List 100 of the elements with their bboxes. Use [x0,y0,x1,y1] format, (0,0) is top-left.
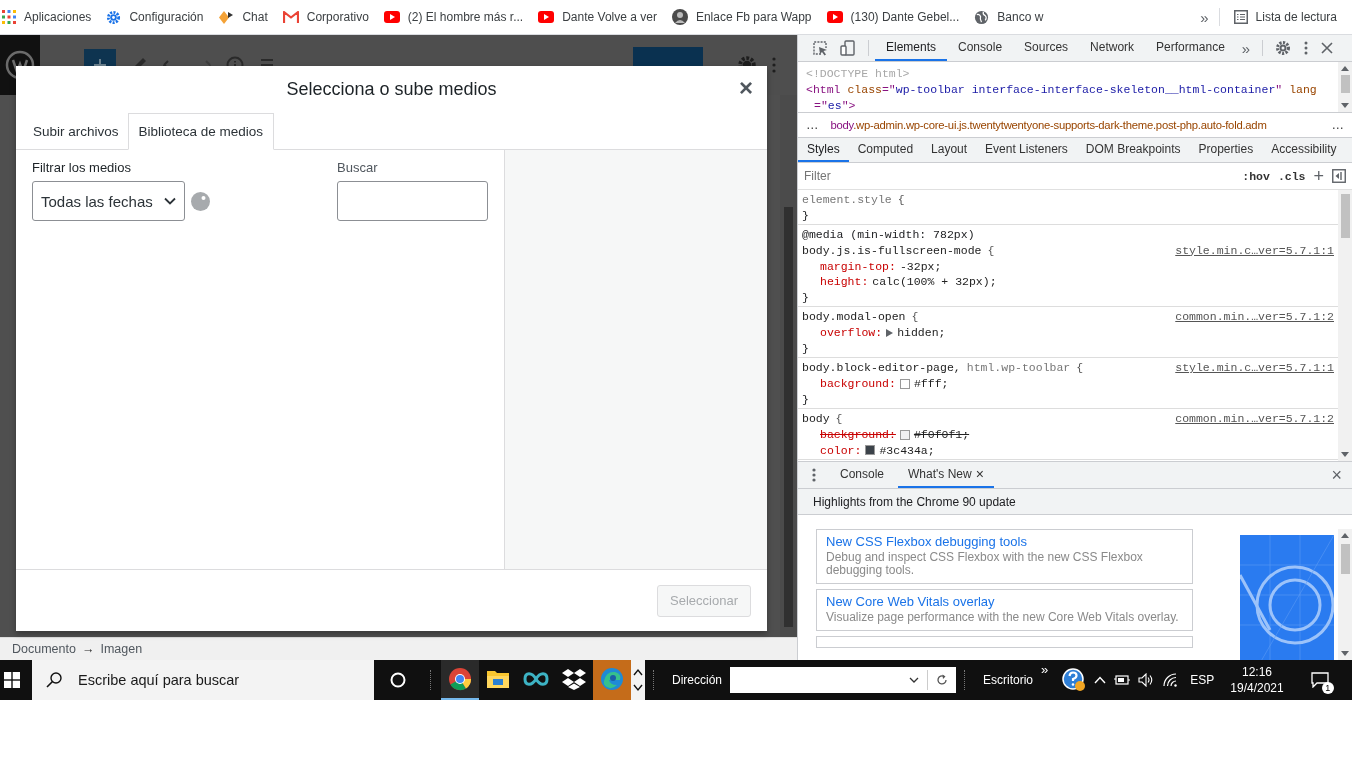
property-value[interactable]: #3c434a; [879,442,935,458]
scroll-thumb[interactable] [1340,544,1350,574]
pane-tab[interactable]: Computed [848,138,923,162]
search-label: Buscar [337,160,379,175]
list-icon [1233,10,1248,24]
scroll-right-button[interactable]: … [1327,118,1348,132]
address-field[interactable] [730,667,956,693]
feature-link[interactable]: New Core Web Vitals overlay [826,594,1183,609]
devtools-tab[interactable]: Sources [1013,35,1080,61]
start-icon[interactable] [4,672,20,688]
notifications-button[interactable]: 1 [1307,668,1332,692]
pane-tab[interactable]: DOM Breakpoints [1076,138,1190,162]
expand-triangle-icon[interactable] [886,328,894,337]
bookmark-link[interactable]: Aplicaciones [2,10,101,24]
new-rule-button[interactable]: + [1313,165,1324,187]
scroll-up-icon[interactable] [1341,66,1349,71]
scrollbar[interactable] [1338,62,1352,112]
scroll-left-button[interactable]: … [802,118,823,132]
property-name[interactable]: color: [820,442,862,458]
feature-card[interactable]: New CSS Flexbox debugging tools Debug and inspect CSS Flexbox with the new CSS Flexbox debugging tools. [816,529,1193,584]
class-toggle-button[interactable]: .cls [1277,169,1306,183]
more-tabs-button[interactable]: » [1235,35,1257,61]
property-name[interactable]: height: [820,274,869,290]
color-swatch[interactable] [899,429,910,440]
property-name[interactable]: background: [820,427,896,443]
property-value[interactable]: #fff; [913,376,949,392]
property-value[interactable]: -32px; [899,258,942,274]
taskbar-search-field[interactable]: Escribe aquí para buscar [32,660,374,700]
bookmark-link[interactable]: Chat [218,9,277,25]
chevron-up-icon[interactable] [1094,676,1107,684]
devtools-tab[interactable]: Performance [1145,35,1236,61]
scrollbar[interactable] [1338,190,1352,461]
bookmark-link[interactable]: (130) Dante Gebel... [826,10,969,24]
element-breadcrumb[interactable]: body.wp-admin.wp-core-ui.js.twentytwentyone-supports-dark-theme.post-php.auto-fold.adm [830,119,1320,131]
clock[interactable]: 12:16 19/4/2021 [1230,664,1284,696]
kebab-menu-icon[interactable] [812,468,816,482]
more-bookmarks-button[interactable]: » [1190,8,1219,26]
bookmark-link[interactable]: (2) El hombre más r... [383,10,533,24]
language-indicator[interactable]: ESP [1190,673,1215,687]
bookmark-link[interactable]: Enlace Fb para Wapp [671,9,821,25]
more-button[interactable]: » [1041,662,1049,677]
property-name[interactable]: background: [820,376,896,392]
scroll-down-icon[interactable] [1341,651,1349,656]
close-button[interactable]: × [739,74,753,102]
breadcrumb-link[interactable]: Imagen [100,642,143,656]
help-icon[interactable] [1062,668,1087,692]
kebab-menu-icon[interactable] [1303,40,1310,56]
feature-link[interactable]: New CSS Flexbox debugging tools [826,534,1183,549]
property-name[interactable]: overflow: [820,325,883,341]
wifi-icon[interactable] [1162,673,1179,687]
close-button[interactable]: × [1331,462,1342,488]
scroll-down-icon[interactable] [1341,452,1349,457]
pane-tab[interactable]: Event Listeners [976,138,1077,162]
tab[interactable]: Subir archivos [24,113,128,150]
source-link[interactable]: common.min.…ver=5.7.1:2 [1175,411,1334,427]
scroll-thumb[interactable] [1340,194,1350,238]
drawer-tab[interactable]: Console [830,462,895,488]
bookmark-link[interactable]: Corporativo [282,10,378,24]
scrollbar[interactable] [1338,529,1352,660]
source-link[interactable]: style.min.c…ver=5.7.1:1 [1175,242,1334,259]
bookmark-link[interactable]: Configuración [106,9,213,25]
feature-card[interactable]: New Core Web Vitals overlay Visualize page performance with the new Core Web Vitals overlay. [816,589,1193,631]
property-value[interactable]: hidden; [897,325,946,341]
scroll-down-icon[interactable] [1341,103,1349,108]
scroll-thumb[interactable] [1340,75,1350,93]
sidebar-toggle-icon[interactable] [1332,169,1346,183]
bookmark-link[interactable]: Dante Volve a ver [538,10,666,24]
scrollbar[interactable] [780,95,797,637]
battery-icon[interactable] [1114,674,1131,686]
property-value[interactable]: #f0f0f1; [913,427,970,443]
devtools-tab[interactable]: Console [947,35,1014,61]
desktop-toolbar-label[interactable]: Escritorio [983,673,1034,687]
tab[interactable]: Biblioteca de medios [127,113,275,150]
devtools-tab[interactable]: Network [1079,35,1146,61]
pane-tab[interactable]: Styles [798,138,849,162]
breadcrumb-link[interactable]: Documento [12,642,76,656]
source-link[interactable]: common.min.…ver=5.7.1:2 [1175,309,1334,325]
pane-tab[interactable]: Properties [1189,138,1263,162]
pane-tab[interactable]: Accessibility [1262,138,1346,162]
taskbar-app-button[interactable] [441,660,479,700]
scroll-taskbar-button[interactable] [631,660,645,700]
search-field[interactable] [337,181,488,221]
bookmark-link[interactable]: Banco w [974,9,1053,25]
scroll-up-icon[interactable] [1341,533,1349,538]
close-icon[interactable] [1321,42,1334,54]
source-link[interactable]: style.min.c…ver=5.7.1:1 [1175,360,1334,376]
refresh-icon[interactable] [936,674,948,686]
devtools-tab[interactable]: Elements [875,35,948,61]
color-swatch[interactable] [865,445,876,456]
date-dropdown[interactable]: Todas las fechas [32,181,185,221]
color-swatch[interactable] [899,378,910,389]
pane-tab[interactable]: Layout [922,138,977,162]
hover-state-button[interactable]: :hov [1242,169,1270,183]
inspect-icon[interactable] [812,40,828,56]
device-icon[interactable] [840,40,856,56]
cortana-icon[interactable] [390,672,406,688]
reading-list-button[interactable]: Lista de lectura [1233,10,1346,24]
property-name[interactable]: margin-top: [820,258,896,274]
property-value[interactable]: calc(100% + 32px); [872,274,997,290]
speaker-icon[interactable] [1138,673,1155,687]
